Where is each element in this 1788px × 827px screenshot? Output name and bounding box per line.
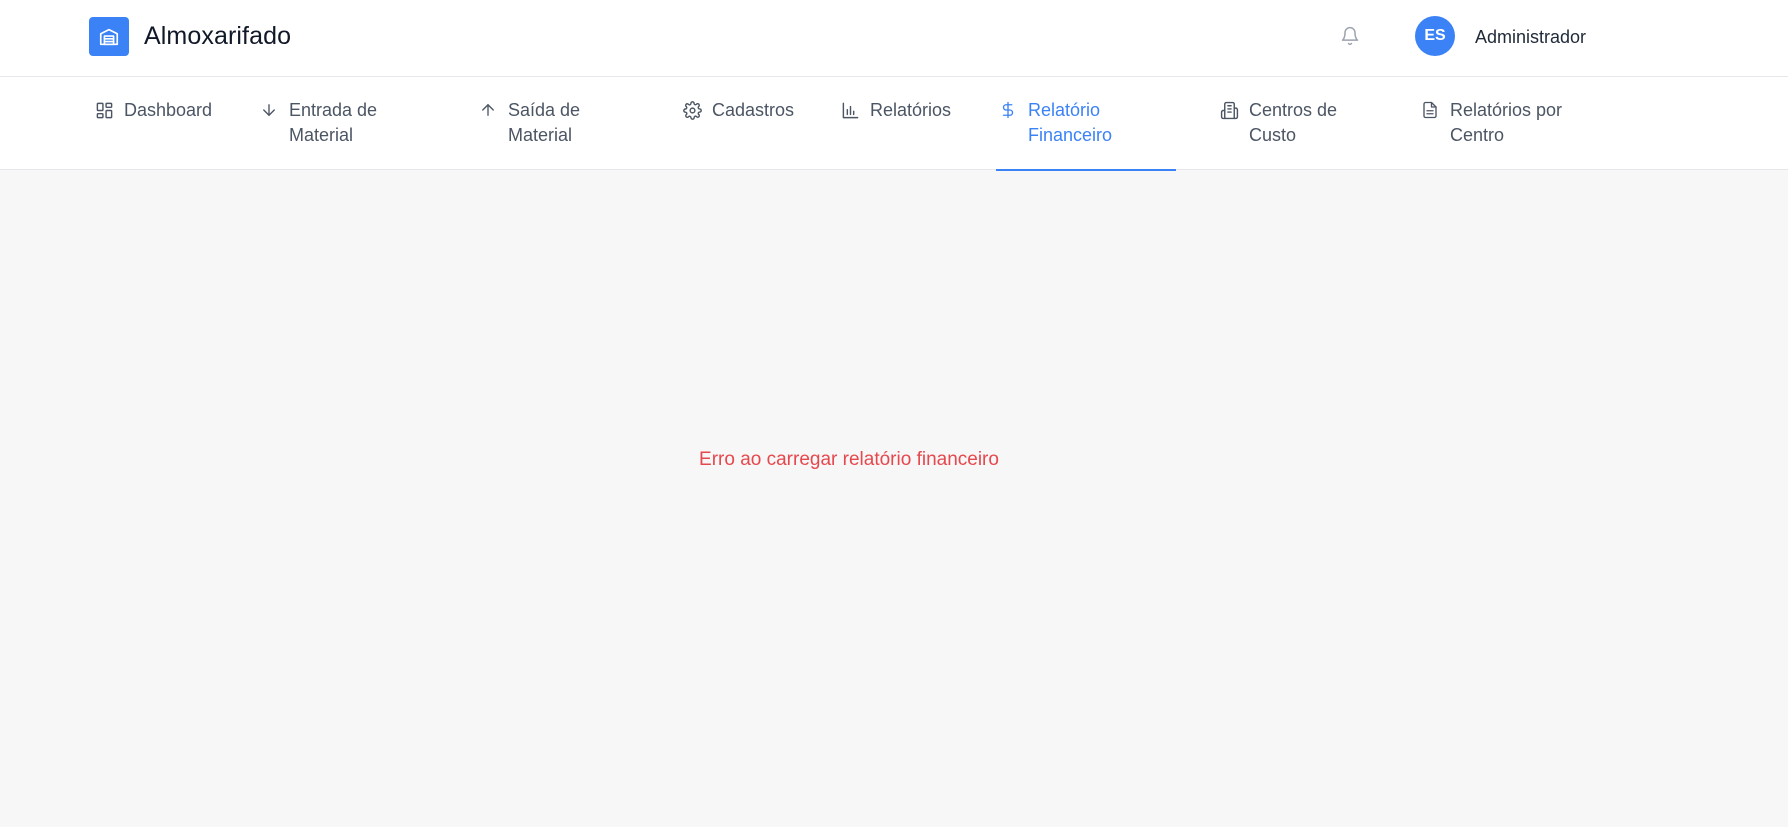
building-icon	[1219, 100, 1239, 120]
nav-item-centros-custo[interactable]: Centros de Custo	[1219, 77, 1369, 170]
nav-item-cadastros[interactable]: Cadastros	[682, 77, 812, 170]
nav-item-saida-material[interactable]: Saída de Material	[478, 77, 618, 170]
user-avatar[interactable]: ES	[1415, 16, 1455, 56]
arrow-down-icon	[259, 100, 279, 120]
nav-item-label: Saída de Material	[508, 100, 581, 145]
nav-item-label: Entrada de Material	[289, 100, 378, 145]
nav-item-label: Relatórios por Centro	[1450, 100, 1563, 145]
nav-item-dashboard[interactable]: Dashboard	[94, 77, 224, 170]
nav-item-entrada-material[interactable]: Entrada de Material	[259, 77, 409, 170]
error-message: Erro ao carregar relatório financeiro	[699, 449, 999, 470]
top-header: Almoxarifado ES Administrador	[0, 0, 1788, 77]
arrow-up-icon	[478, 100, 498, 120]
nav-item-label: Dashboard	[124, 100, 213, 120]
nav-item-label: Relatório Financeiro	[1028, 100, 1113, 145]
gear-icon	[682, 100, 702, 120]
main-navigation: Dashboard Entrada de Material Saída de M…	[0, 77, 1788, 171]
app-title: Almoxarifado	[144, 22, 292, 50]
nav-item-label: Centros de Custo	[1249, 100, 1338, 145]
user-name[interactable]: Administrador	[1475, 27, 1586, 48]
bar-chart-icon	[840, 100, 860, 120]
warehouse-icon	[99, 28, 119, 45]
nav-item-label: Relatórios	[870, 100, 952, 120]
notifications-button[interactable]	[1339, 25, 1361, 47]
document-icon	[1420, 100, 1440, 120]
app-logo[interactable]	[89, 17, 129, 56]
nav-item-relatorios[interactable]: Relatórios	[840, 77, 970, 170]
dashboard-grid-icon	[94, 100, 114, 120]
nav-item-label: Cadastros	[712, 100, 795, 120]
nav-item-relatorio-financeiro[interactable]: Relatório Financeiro	[996, 77, 1176, 171]
dollar-icon	[998, 100, 1018, 120]
bell-icon	[1341, 26, 1359, 46]
nav-item-relatorios-centro[interactable]: Relatórios por Centro	[1420, 77, 1610, 170]
